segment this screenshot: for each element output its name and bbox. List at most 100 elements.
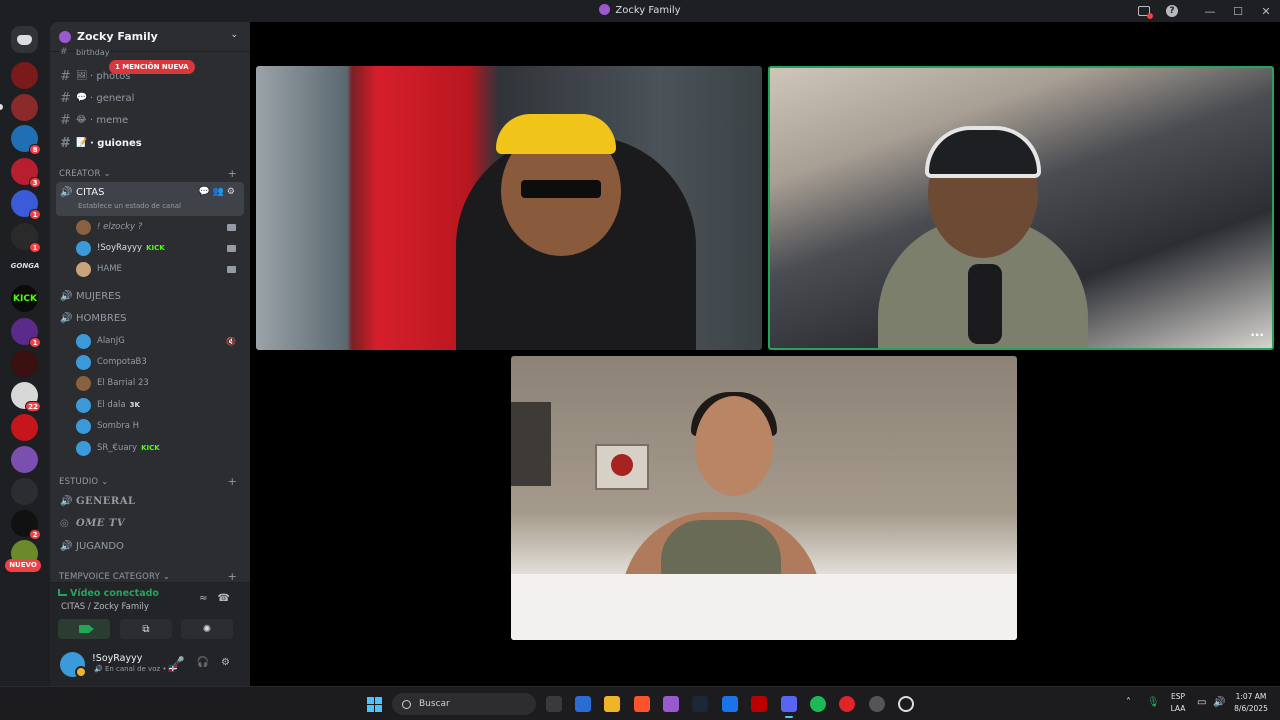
voice-member[interactable]: El dala 3K xyxy=(76,395,242,415)
add-channel-icon[interactable]: + xyxy=(228,475,237,488)
task-view-icon[interactable] xyxy=(546,696,562,712)
minimize-button[interactable]: — xyxy=(1196,0,1224,22)
gear-icon[interactable]: ⚙ xyxy=(221,657,242,668)
volume-icon[interactable]: 🔊 xyxy=(1213,697,1225,708)
new-mention-pill[interactable]: 1 MENCIÓN NUEVA xyxy=(109,60,195,74)
mic-tray-icon[interactable]: 🎙 xyxy=(1147,697,1160,708)
voice-member[interactable]: AlanJG 🔇 xyxy=(76,331,242,351)
server-icon-2[interactable] xyxy=(11,94,38,121)
tray-overflow-icon[interactable]: ˄ xyxy=(1126,697,1131,708)
voice-channel-general[interactable]: 🔊 GENERAL xyxy=(56,490,244,512)
voice-member[interactable]: ! elzocky ? xyxy=(76,217,242,237)
speaker-icon: 🔊 xyxy=(60,495,73,507)
app-icon[interactable] xyxy=(839,696,855,712)
spotify-icon[interactable] xyxy=(810,696,826,712)
voice-member[interactable]: HAME xyxy=(76,259,242,279)
app-icon[interactable] xyxy=(898,696,914,712)
server-icon-6[interactable]: 1 xyxy=(11,223,41,253)
hash-icon: # xyxy=(60,68,71,84)
copilot-icon[interactable] xyxy=(663,696,679,712)
brave-icon[interactable] xyxy=(634,696,650,712)
voice-channel-hombres[interactable]: 🔊 HOMBRES xyxy=(56,307,244,329)
muted-icon: 🔇 xyxy=(226,336,236,346)
screen-share-button[interactable]: ⧉ xyxy=(120,619,172,639)
video-tile-speaking[interactable]: ··· xyxy=(768,66,1274,350)
signal-icon xyxy=(58,589,67,596)
user-avatar[interactable] xyxy=(60,652,87,678)
member-badge: 3K xyxy=(129,401,140,409)
server-icon-8[interactable] xyxy=(11,350,38,377)
maximize-button[interactable]: ☐ xyxy=(1224,0,1252,22)
taskbar-search[interactable]: Buscar xyxy=(392,693,536,715)
channel-general[interactable]: # 💬 · general xyxy=(56,88,244,108)
voice-channel-ome-tv[interactable]: ◎ OME TV xyxy=(56,512,244,534)
avatar xyxy=(76,375,91,391)
server-icon-13[interactable]: 2 xyxy=(11,510,41,540)
app-icon[interactable] xyxy=(751,696,767,712)
channel-guiones[interactable]: # 📝 · guiones xyxy=(56,133,244,153)
video-tile-elzocky[interactable] xyxy=(256,66,762,350)
connection-location[interactable]: CITAS / Zocky Family xyxy=(61,602,149,612)
voice-member[interactable]: CompotaB3 xyxy=(76,352,242,372)
gonga-server[interactable]: GONGA xyxy=(8,262,42,270)
server-icon-4[interactable]: 3 xyxy=(11,158,41,188)
add-channel-icon[interactable]: + xyxy=(228,167,237,180)
noise-suppression-icon[interactable]: ≈ xyxy=(199,593,217,604)
server-icon-3[interactable]: 8 xyxy=(11,125,41,155)
soundboard-button[interactable]: ✺ xyxy=(184,619,230,639)
server-icon-5[interactable]: 1 xyxy=(11,190,41,220)
help-icon[interactable]: ? xyxy=(1158,0,1186,22)
headphones-icon[interactable]: 🎧 xyxy=(197,657,221,668)
close-button[interactable]: ✕ xyxy=(1252,0,1280,22)
voice-member[interactable]: El Barrial 23 xyxy=(76,373,242,393)
connection-status[interactable]: Vídeo conectado xyxy=(58,588,159,599)
home-button[interactable] xyxy=(11,26,38,53)
clock[interactable]: 1:07 AM 8/6/2025 xyxy=(1228,691,1274,715)
camera-icon xyxy=(227,244,236,252)
voice-channel-citas[interactable]: 🔊 CITAS Establece un estado de canal 💬👥⚙ xyxy=(56,182,244,216)
stage-icon: ◎ xyxy=(60,517,69,529)
kick-badge: KICK xyxy=(141,444,160,452)
user-name[interactable]: !SoyRayyy xyxy=(92,653,142,664)
kick-badge: KICK xyxy=(146,244,165,252)
server-icon-1[interactable] xyxy=(11,62,38,89)
disconnect-icon[interactable]: ☎ xyxy=(218,593,240,604)
server-icon-11[interactable] xyxy=(11,446,38,473)
more-options-icon[interactable]: ··· xyxy=(1250,328,1264,342)
category-tempvoice[interactable]: TEMPVOICE CATEGORY ⌄ + xyxy=(59,570,239,583)
app-icon[interactable] xyxy=(722,696,738,712)
store-icon[interactable] xyxy=(575,696,591,712)
file-explorer-icon[interactable] xyxy=(604,696,620,712)
category-creator[interactable]: CREATOR ⌄ + xyxy=(59,167,239,180)
window-title: Zocky Family xyxy=(0,4,1280,16)
voice-member[interactable]: SR_€uary KICK xyxy=(76,438,242,458)
speaker-icon: 🔊 xyxy=(60,312,73,324)
voice-member[interactable]: !SoyRayyy KICK xyxy=(76,238,242,258)
channel-actions[interactable]: 💬👥⚙ xyxy=(199,187,238,197)
camera-button[interactable] xyxy=(58,619,110,639)
screen-share-alert-icon[interactable] xyxy=(1130,0,1158,22)
language-indicator[interactable]: ESP LAA xyxy=(1168,691,1188,715)
server-icon-12[interactable] xyxy=(11,478,38,505)
new-badge: NUEVO xyxy=(5,559,41,572)
hash-icon: # xyxy=(60,135,71,151)
discord-taskbar-icon[interactable] xyxy=(781,696,797,718)
server-icon-7[interactable]: 1 xyxy=(11,318,41,348)
app-icon[interactable] xyxy=(869,696,885,712)
voice-channel-mujeres[interactable]: 🔊 MUJERES xyxy=(56,285,244,307)
voice-member[interactable]: Sombra H xyxy=(76,416,242,436)
channel-birthday[interactable]: # birthday xyxy=(56,46,244,58)
microphone-icon[interactable]: 🎤 xyxy=(172,657,196,668)
server-icon-9[interactable]: 22 xyxy=(11,382,41,412)
windows-start-icon[interactable] xyxy=(367,697,382,712)
voice-channel-jugando[interactable]: 🔊 JUGANDO xyxy=(56,535,244,557)
channel-status[interactable]: Establece un estado de canal xyxy=(78,202,181,210)
steam-icon[interactable] xyxy=(692,696,708,712)
user-status: 🔊 En canal de voz • 🇩🇴 xyxy=(94,665,178,673)
unread-pill xyxy=(0,104,3,110)
network-icon[interactable]: ▭ xyxy=(1197,697,1206,708)
server-icon-10[interactable] xyxy=(11,414,38,441)
category-estudio[interactable]: ESTUDIO ⌄ + xyxy=(59,475,239,488)
channel-meme[interactable]: # 😂 · meme xyxy=(56,110,244,130)
video-tile-hame[interactable] xyxy=(511,356,1017,640)
